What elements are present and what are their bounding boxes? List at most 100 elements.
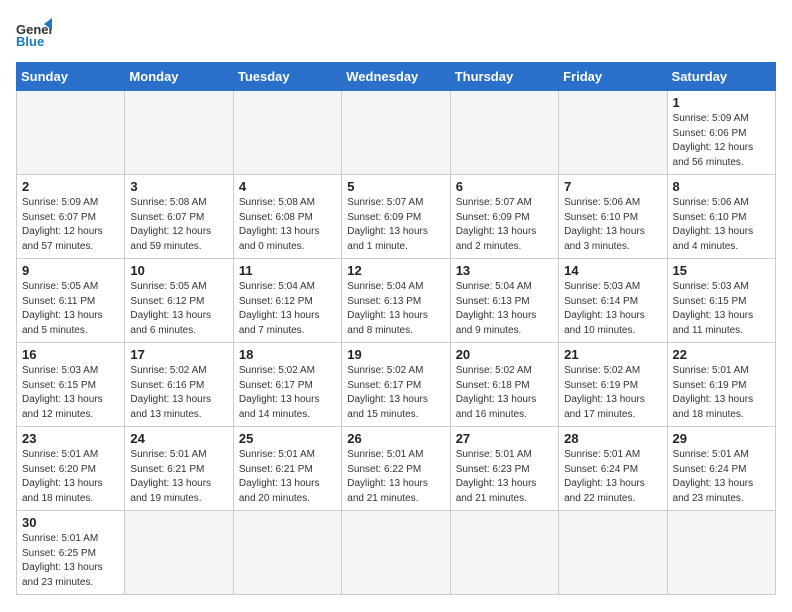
day-info: Sunrise: 5:06 AM Sunset: 6:10 PM Dayligh…: [564, 196, 661, 254]
day-info: Sunrise: 5:01 AM Sunset: 6:24 PM Dayligh…: [564, 448, 661, 506]
day-cell: 2 Sunrise: 5:09 AM Sunset: 6:07 PM Daylig…: [17, 175, 125, 259]
day-info: Sunrise: 5:03 AM Sunset: 6:15 PM Dayligh…: [673, 280, 770, 338]
day-number: 1: [673, 95, 770, 110]
day-info: Sunrise: 5:01 AM Sunset: 6:19 PM Dayligh…: [673, 364, 770, 422]
day-number: 19: [347, 347, 444, 362]
logo-icon: General Blue: [16, 16, 52, 52]
day-number: 25: [239, 431, 336, 446]
day-number: 24: [130, 431, 227, 446]
day-cell: 24Sunrise: 5:01 AM Sunset: 6:21 PM Dayli…: [125, 427, 233, 511]
day-cell: [17, 91, 125, 175]
day-info: Sunrise: 5:05 AM Sunset: 6:12 PM Dayligh…: [130, 280, 227, 338]
day-info: Sunrise: 5:01 AM Sunset: 6:25 PM Dayligh…: [22, 532, 119, 590]
day-cell: [450, 511, 558, 595]
day-cell: 15Sunrise: 5:03 AM Sunset: 6:15 PM Dayli…: [667, 259, 775, 343]
day-cell: [667, 511, 775, 595]
day-info: Sunrise: 5:01 AM Sunset: 6:24 PM Dayligh…: [673, 448, 770, 506]
weekday-header-monday: Monday: [125, 63, 233, 91]
day-number: 27: [456, 431, 553, 446]
day-info: Sunrise: 5:03 AM Sunset: 6:15 PM Dayligh…: [22, 364, 119, 422]
day-cell: 29 Sunrise: 5:01 AM Sunset: 6:24 PM Dayli…: [667, 427, 775, 511]
day-number: 5: [347, 179, 444, 194]
day-cell: 20 Sunrise: 5:02 AM Sunset: 6:18 PM Dayli…: [450, 343, 558, 427]
day-number: 16: [22, 347, 119, 362]
day-cell: 16 Sunrise: 5:03 AM Sunset: 6:15 PM Dayli…: [17, 343, 125, 427]
day-cell: [125, 511, 233, 595]
day-cell: [342, 511, 450, 595]
day-cell: [125, 91, 233, 175]
day-info: Sunrise: 5:09 AM Sunset: 6:06 PM Dayligh…: [673, 112, 770, 170]
weekday-header-row: SundayMondayTuesdayWednesdayThursdayFrid…: [17, 63, 776, 91]
day-number: 3: [130, 179, 227, 194]
day-cell: 25 Sunrise: 5:01 AM Sunset: 6:21 PM Dayli…: [233, 427, 341, 511]
day-cell: 18 Sunrise: 5:02 AM Sunset: 6:17 PM Dayli…: [233, 343, 341, 427]
day-cell: 30Sunrise: 5:01 AM Sunset: 6:25 PM Dayli…: [17, 511, 125, 595]
header: General Blue: [16, 16, 776, 52]
week-row-5: 23 Sunrise: 5:01 AM Sunset: 6:20 PM Dayli…: [17, 427, 776, 511]
day-info: Sunrise: 5:09 AM Sunset: 6:07 PM Dayligh…: [22, 196, 119, 254]
day-cell: 7 Sunrise: 5:06 AM Sunset: 6:10 PM Daylig…: [559, 175, 667, 259]
day-number: 21: [564, 347, 661, 362]
day-cell: 27 Sunrise: 5:01 AM Sunset: 6:23 PM Dayli…: [450, 427, 558, 511]
day-info: Sunrise: 5:01 AM Sunset: 6:22 PM Dayligh…: [347, 448, 444, 506]
day-number: 28: [564, 431, 661, 446]
day-info: Sunrise: 5:02 AM Sunset: 6:16 PM Dayligh…: [130, 364, 227, 422]
day-number: 6: [456, 179, 553, 194]
week-row-1: 1 Sunrise: 5:09 AM Sunset: 6:06 PM Daylig…: [17, 91, 776, 175]
day-info: Sunrise: 5:07 AM Sunset: 6:09 PM Dayligh…: [456, 196, 553, 254]
day-info: Sunrise: 5:08 AM Sunset: 6:08 PM Dayligh…: [239, 196, 336, 254]
svg-text:Blue: Blue: [16, 34, 44, 49]
day-info: Sunrise: 5:07 AM Sunset: 6:09 PM Dayligh…: [347, 196, 444, 254]
day-cell: 3 Sunrise: 5:08 AM Sunset: 6:07 PM Daylig…: [125, 175, 233, 259]
day-info: Sunrise: 5:03 AM Sunset: 6:14 PM Dayligh…: [564, 280, 661, 338]
day-info: Sunrise: 5:04 AM Sunset: 6:13 PM Dayligh…: [456, 280, 553, 338]
day-info: Sunrise: 5:01 AM Sunset: 6:23 PM Dayligh…: [456, 448, 553, 506]
day-number: 17: [130, 347, 227, 362]
week-row-2: 2 Sunrise: 5:09 AM Sunset: 6:07 PM Daylig…: [17, 175, 776, 259]
day-number: 23: [22, 431, 119, 446]
week-row-6: 30Sunrise: 5:01 AM Sunset: 6:25 PM Dayli…: [17, 511, 776, 595]
day-number: 9: [22, 263, 119, 278]
day-cell: 1 Sunrise: 5:09 AM Sunset: 6:06 PM Daylig…: [667, 91, 775, 175]
weekday-header-friday: Friday: [559, 63, 667, 91]
day-cell: 8Sunrise: 5:06 AM Sunset: 6:10 PM Daylig…: [667, 175, 775, 259]
weekday-header-thursday: Thursday: [450, 63, 558, 91]
weekday-header-wednesday: Wednesday: [342, 63, 450, 91]
weekday-header-saturday: Saturday: [667, 63, 775, 91]
day-cell: 21 Sunrise: 5:02 AM Sunset: 6:19 PM Dayli…: [559, 343, 667, 427]
day-cell: 23 Sunrise: 5:01 AM Sunset: 6:20 PM Dayli…: [17, 427, 125, 511]
day-number: 11: [239, 263, 336, 278]
day-cell: [233, 91, 341, 175]
day-info: Sunrise: 5:02 AM Sunset: 6:17 PM Dayligh…: [347, 364, 444, 422]
day-info: Sunrise: 5:08 AM Sunset: 6:07 PM Dayligh…: [130, 196, 227, 254]
day-cell: [559, 511, 667, 595]
day-cell: [233, 511, 341, 595]
day-info: Sunrise: 5:01 AM Sunset: 6:21 PM Dayligh…: [239, 448, 336, 506]
day-cell: 6 Sunrise: 5:07 AM Sunset: 6:09 PM Daylig…: [450, 175, 558, 259]
day-info: Sunrise: 5:04 AM Sunset: 6:13 PM Dayligh…: [347, 280, 444, 338]
day-number: 18: [239, 347, 336, 362]
day-cell: 10Sunrise: 5:05 AM Sunset: 6:12 PM Dayli…: [125, 259, 233, 343]
day-number: 29: [673, 431, 770, 446]
day-cell: 17 Sunrise: 5:02 AM Sunset: 6:16 PM Dayli…: [125, 343, 233, 427]
day-number: 26: [347, 431, 444, 446]
day-number: 8: [673, 179, 770, 194]
day-cell: [450, 91, 558, 175]
day-cell: 5 Sunrise: 5:07 AM Sunset: 6:09 PM Daylig…: [342, 175, 450, 259]
day-cell: 26 Sunrise: 5:01 AM Sunset: 6:22 PM Dayli…: [342, 427, 450, 511]
day-info: Sunrise: 5:02 AM Sunset: 6:19 PM Dayligh…: [564, 364, 661, 422]
day-number: 22: [673, 347, 770, 362]
day-cell: 13 Sunrise: 5:04 AM Sunset: 6:13 PM Dayli…: [450, 259, 558, 343]
day-cell: 4Sunrise: 5:08 AM Sunset: 6:08 PM Daylig…: [233, 175, 341, 259]
day-number: 20: [456, 347, 553, 362]
calendar: SundayMondayTuesdayWednesdayThursdayFrid…: [16, 62, 776, 595]
day-info: Sunrise: 5:05 AM Sunset: 6:11 PM Dayligh…: [22, 280, 119, 338]
day-number: 13: [456, 263, 553, 278]
day-number: 7: [564, 179, 661, 194]
day-number: 2: [22, 179, 119, 194]
day-info: Sunrise: 5:01 AM Sunset: 6:20 PM Dayligh…: [22, 448, 119, 506]
day-info: Sunrise: 5:02 AM Sunset: 6:18 PM Dayligh…: [456, 364, 553, 422]
day-cell: [342, 91, 450, 175]
day-cell: [559, 91, 667, 175]
day-info: Sunrise: 5:02 AM Sunset: 6:17 PM Dayligh…: [239, 364, 336, 422]
